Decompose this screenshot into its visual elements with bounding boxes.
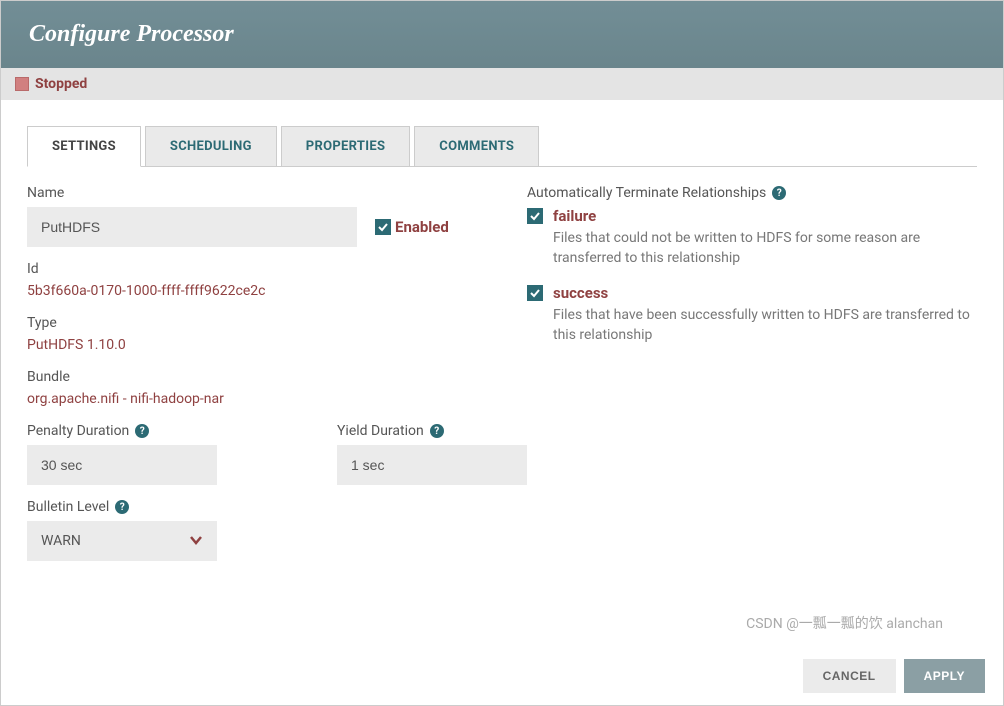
relationship-item: failure Files that could not be written … <box>527 207 977 268</box>
id-label: Id <box>27 261 507 277</box>
stopped-icon <box>15 77 29 91</box>
relationships-header: Automatically Terminate Relationships ? <box>527 185 977 201</box>
cancel-button[interactable]: CANCEL <box>803 659 896 693</box>
help-icon[interactable]: ? <box>135 424 149 438</box>
penalty-duration-label-text: Penalty Duration <box>27 423 129 439</box>
relationship-failure-name: failure <box>553 207 596 225</box>
yield-duration-input[interactable] <box>337 445 527 485</box>
tab-scheduling[interactable]: SCHEDULING <box>145 126 277 166</box>
settings-left-column: Name Enabled Id 5b3f660a-0170-1000-ffff <box>27 185 507 575</box>
relationships-header-text: Automatically Terminate Relationships <box>527 185 766 201</box>
help-icon[interactable]: ? <box>772 186 786 200</box>
dialog-body: SETTINGS SCHEDULING PROPERTIES COMMENTS … <box>1 100 1003 647</box>
id-value: 5b3f660a-0170-1000-ffff-ffff9622ce2c <box>27 283 507 299</box>
configure-processor-dialog: Configure Processor Stopped SETTINGS SCH… <box>0 0 1004 706</box>
dialog-footer: CANCEL APPLY <box>1 647 1003 705</box>
yield-duration-label: Yield Duration ? <box>337 423 527 439</box>
enabled-checkbox[interactable] <box>375 219 391 235</box>
enabled-label: Enabled <box>395 218 449 236</box>
help-icon[interactable]: ? <box>430 424 444 438</box>
penalty-duration-label: Penalty Duration ? <box>27 423 217 439</box>
relationship-failure-checkbox[interactable] <box>527 208 543 224</box>
apply-button[interactable]: APPLY <box>904 659 985 693</box>
tab-properties[interactable]: PROPERTIES <box>281 126 411 166</box>
yield-duration-label-text: Yield Duration <box>337 423 424 439</box>
name-label: Name <box>27 185 507 201</box>
chevron-down-icon <box>189 533 203 549</box>
relationship-success-name: success <box>553 284 608 302</box>
relationship-success-description: Files that have been successfully writte… <box>527 306 977 345</box>
type-label: Type <box>27 315 507 331</box>
tab-settings[interactable]: SETTINGS <box>27 126 141 167</box>
settings-panel: Name Enabled Id 5b3f660a-0170-1000-ffff <box>27 167 977 575</box>
bulletin-level-label: Bulletin Level ? <box>27 499 507 515</box>
bundle-label: Bundle <box>27 369 507 385</box>
bulletin-level-select[interactable]: WARN <box>27 521 217 561</box>
name-input[interactable] <box>27 207 357 247</box>
settings-right-column: Automatically Terminate Relationships ? … <box>527 185 977 575</box>
status-bar: Stopped <box>1 68 1003 100</box>
bundle-value: org.apache.nifi - nifi-hadoop-nar <box>27 391 507 407</box>
watermark: CSDN @一瓢一瓢的饮 alanchan <box>746 613 943 633</box>
bulletin-level-value: WARN <box>41 533 81 549</box>
relationship-success-checkbox[interactable] <box>527 285 543 301</box>
dialog-title: Configure Processor <box>1 1 1003 68</box>
bulletin-level-label-text: Bulletin Level <box>27 499 109 515</box>
help-icon[interactable]: ? <box>115 500 129 514</box>
type-value: PutHDFS 1.10.0 <box>27 337 507 353</box>
penalty-duration-input[interactable] <box>27 445 217 485</box>
tab-bar: SETTINGS SCHEDULING PROPERTIES COMMENTS <box>27 126 977 167</box>
tab-comments[interactable]: COMMENTS <box>414 126 539 166</box>
relationship-failure-description: Files that could not be written to HDFS … <box>527 229 977 268</box>
relationship-item: success Files that have been successfull… <box>527 284 977 345</box>
status-label: Stopped <box>35 76 87 92</box>
